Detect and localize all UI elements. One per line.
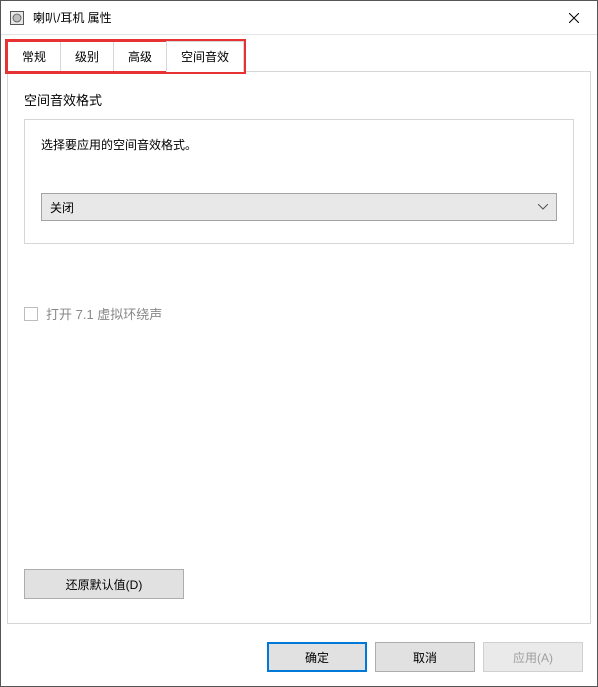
restore-defaults-button[interactable]: 还原默认值(D): [24, 569, 184, 599]
tab-panel: 空间音效格式 选择要应用的空间音效格式。 关闭 打开 7.1 虚拟环绕声 还原默…: [7, 71, 591, 624]
group-title: 空间音效格式: [24, 90, 574, 109]
dropdown-selected-value: 关闭: [50, 199, 74, 216]
tab-spatial-sound[interactable]: 空间音效: [166, 41, 244, 72]
properties-dialog: 喇叭/耳机 属性 常规 级别 高级 空间音效 空间音效格式 选择要应用的空间音效…: [0, 0, 598, 687]
cancel-button[interactable]: 取消: [375, 642, 475, 672]
window-title: 喇叭/耳机 属性: [33, 9, 112, 26]
tab-levels[interactable]: 级别: [60, 41, 114, 72]
close-button[interactable]: [551, 1, 597, 35]
tab-advanced[interactable]: 高级: [113, 41, 167, 72]
close-icon: [569, 13, 579, 23]
virtual-surround-label: 打开 7.1 虚拟环绕声: [46, 304, 162, 323]
app-icon: [9, 10, 25, 26]
dialog-footer: 确定 取消 应用(A): [1, 630, 597, 686]
apply-button[interactable]: 应用(A): [483, 642, 583, 672]
tabs-row: 常规 级别 高级 空间音效: [1, 35, 597, 72]
tab-general[interactable]: 常规: [7, 41, 61, 72]
ok-button[interactable]: 确定: [267, 642, 367, 672]
virtual-surround-row[interactable]: 打开 7.1 虚拟环绕声: [24, 304, 574, 323]
titlebar: 喇叭/耳机 属性: [1, 1, 597, 35]
virtual-surround-checkbox[interactable]: [24, 307, 38, 321]
group-description: 选择要应用的空间音效格式。: [41, 136, 557, 153]
chevron-down-icon: [538, 202, 548, 213]
spatial-format-dropdown[interactable]: 关闭: [41, 193, 557, 221]
spatial-format-group: 选择要应用的空间音效格式。 关闭: [24, 119, 574, 244]
